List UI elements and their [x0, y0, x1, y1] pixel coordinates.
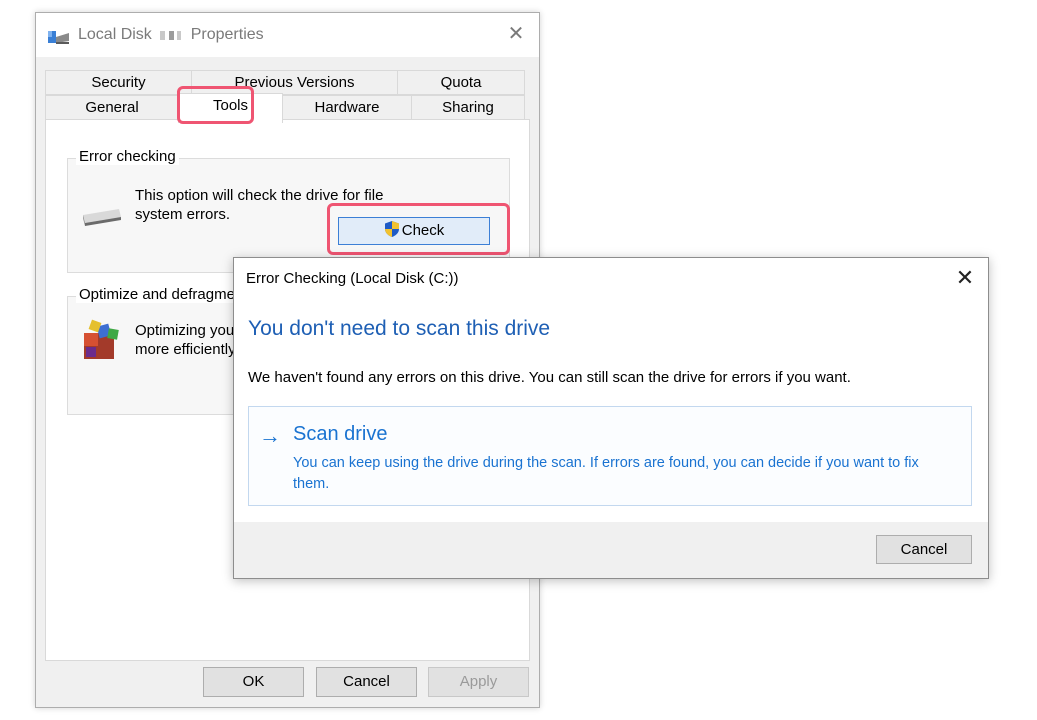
dialog-description: We haven't found any errors on this driv… [248, 369, 851, 386]
scan-drive-option[interactable]: → Scan drive You can keep using the driv… [248, 406, 972, 506]
cancel-button[interactable]: Cancel [316, 667, 417, 697]
tab-general[interactable]: General [45, 95, 179, 120]
title-obscured-icon [156, 28, 186, 42]
optimize-text-line2: more efficiently [135, 341, 236, 358]
tab-sharing[interactable]: Sharing [411, 95, 525, 120]
drive-icon [48, 31, 69, 44]
apply-button[interactable]: Apply [428, 667, 529, 697]
error-checking-dialog: Error Checking (Local Disk (C:)) ✕ You d… [233, 257, 989, 579]
check-button-highlight [327, 203, 510, 255]
dialog-heading: You don't need to scan this drive [248, 317, 551, 340]
scan-drive-title: Scan drive [293, 423, 388, 445]
close-icon[interactable]: ✕ [503, 21, 529, 47]
tab-hardware[interactable]: Hardware [282, 95, 412, 120]
dialog-cancel-button[interactable]: Cancel [876, 535, 972, 564]
properties-title-prefix: Local Disk [78, 26, 152, 43]
defragment-icon [84, 319, 119, 359]
optimize-text-line1: Optimizing your [135, 322, 240, 339]
arrow-right-icon: → [259, 423, 281, 448]
tab-quota[interactable]: Quota [397, 70, 525, 95]
close-icon[interactable]: ✕ [952, 265, 978, 291]
dialog-body: You don't need to scan this drive We hav… [234, 300, 988, 522]
properties-titlebar: Local Disk Properties ✕ [36, 13, 539, 57]
dialog-titlebar: Error Checking (Local Disk (C:)) ✕ [234, 258, 988, 300]
tab-security[interactable]: Security [45, 70, 192, 95]
hard-drive-icon [83, 209, 121, 226]
dialog-title: Error Checking (Local Disk (C:)) [246, 270, 459, 287]
ok-button[interactable]: OK [203, 667, 304, 697]
properties-title: Local Disk Properties [78, 26, 264, 44]
properties-title-suffix: Properties [190, 26, 264, 43]
error-checking-label: Error checking [76, 148, 179, 165]
scan-drive-description: You can keep using the drive during the … [293, 455, 919, 492]
tools-tab-highlight [177, 86, 254, 124]
error-checking-text-line2: system errors. [135, 206, 231, 223]
